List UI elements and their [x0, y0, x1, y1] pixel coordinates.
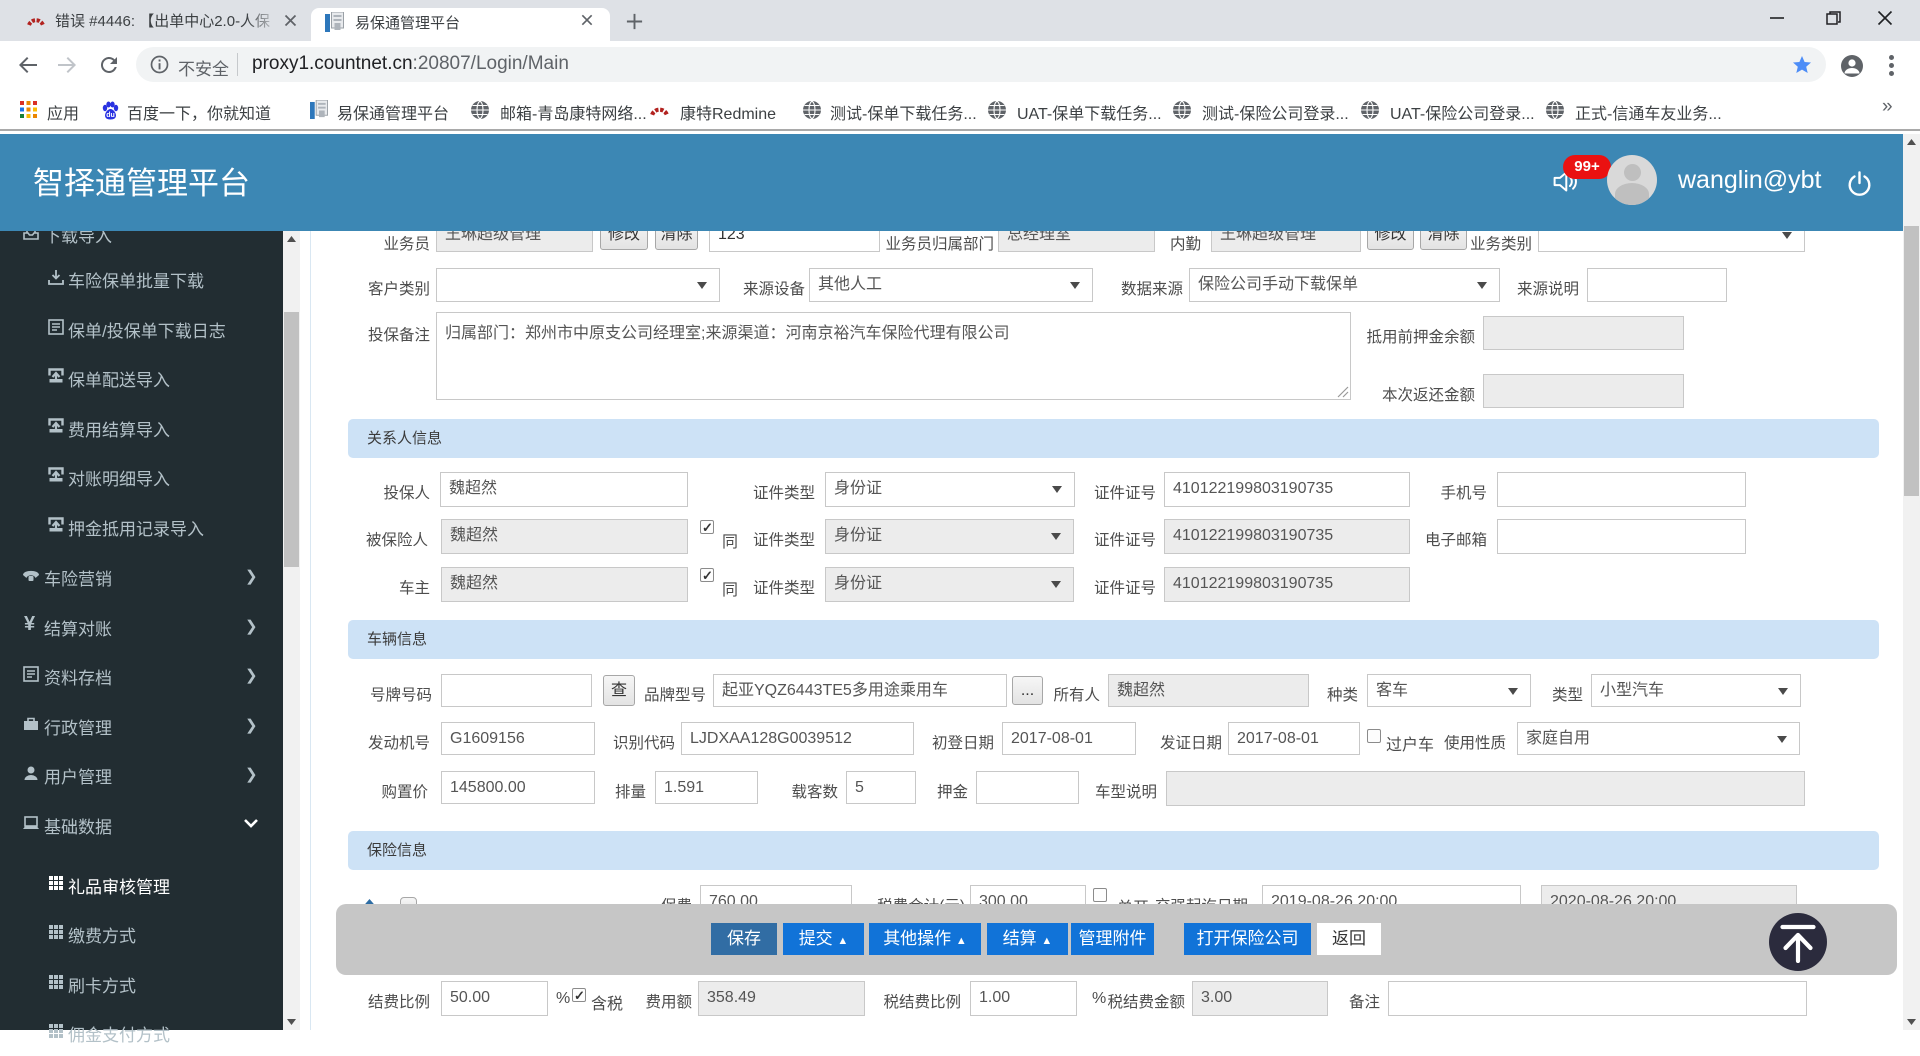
svg-text:du: du [106, 112, 115, 119]
